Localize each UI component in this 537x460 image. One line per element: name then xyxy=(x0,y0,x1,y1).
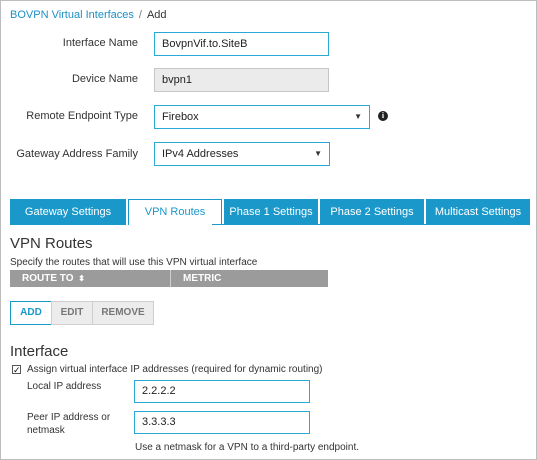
column-route-to[interactable]: ROUTE TO ⬍ xyxy=(10,270,170,287)
routes-table-header: ROUTE TO ⬍ METRIC xyxy=(10,270,328,287)
add-route-button[interactable]: ADD xyxy=(10,301,52,325)
edit-route-button[interactable]: EDIT xyxy=(51,301,93,325)
local-ip-input[interactable]: 2.2.2.2 xyxy=(134,380,310,403)
local-ip-label: Local IP address xyxy=(27,381,102,392)
tab-vpn-routes[interactable]: VPN Routes xyxy=(128,199,222,225)
column-metric[interactable]: METRIC xyxy=(171,270,328,287)
breadcrumb-current: Add xyxy=(146,9,167,21)
tab-underline-right xyxy=(212,224,530,225)
interface-heading: Interface xyxy=(10,343,69,360)
tab-gateway-settings[interactable]: Gateway Settings xyxy=(10,199,126,225)
vpn-routes-heading: VPN Routes xyxy=(10,235,93,252)
device-name-input: bvpn1 xyxy=(154,68,329,92)
gateway-address-family-select[interactable]: IPv4 Addresses ▼ xyxy=(154,142,330,166)
dropdown-arrow-icon: ▼ xyxy=(314,149,322,158)
remove-route-button[interactable]: REMOVE xyxy=(92,301,154,325)
column-route-to-label: ROUTE TO xyxy=(22,273,74,284)
remote-endpoint-type-select[interactable]: Firebox ▼ xyxy=(154,105,370,129)
dropdown-arrow-icon: ▼ xyxy=(354,112,362,121)
breadcrumb-link-bovpn-virtual-interfaces[interactable]: BOVPN Virtual Interfaces xyxy=(10,9,134,21)
tab-phase-2-settings[interactable]: Phase 2 Settings xyxy=(320,199,424,225)
tab-underline-left xyxy=(10,224,118,225)
assign-ip-checkbox[interactable]: ✓ xyxy=(12,365,21,375)
peer-ip-label-line-2: netmask xyxy=(27,425,65,436)
device-name-label: Device Name xyxy=(71,73,138,85)
remote-endpoint-type-label: Remote Endpoint Type xyxy=(26,110,138,122)
assign-ip-checkbox-label: Assign virtual interface IP addresses (r… xyxy=(27,364,323,375)
tab-multicast-settings[interactable]: Multicast Settings xyxy=(426,199,530,225)
breadcrumb-separator: / xyxy=(138,9,142,21)
settings-tabs: Gateway Settings VPN Routes Phase 1 Sett… xyxy=(10,199,530,225)
tab-phase-1-settings[interactable]: Phase 1 Settings xyxy=(224,199,318,225)
remote-endpoint-type-value: Firebox xyxy=(162,111,199,123)
vpn-routes-description: Specify the routes that will use this VP… xyxy=(10,257,258,268)
netmask-hint: Use a netmask for a VPN to a third-party… xyxy=(135,442,359,453)
breadcrumb: BOVPN Virtual Interfaces / Add xyxy=(10,9,167,21)
interface-name-input[interactable]: BovpnVif.to.SiteB xyxy=(154,32,329,56)
sort-icon[interactable]: ⬍ xyxy=(78,274,85,283)
interface-name-label: Interface Name xyxy=(62,37,138,49)
gateway-address-family-value: IPv4 Addresses xyxy=(162,148,239,160)
peer-ip-label-line-1: Peer IP address or xyxy=(27,412,111,423)
gateway-address-family-label: Gateway Address Family xyxy=(16,148,138,160)
peer-ip-label: Peer IP address or netmask xyxy=(27,411,110,437)
info-icon[interactable]: i xyxy=(378,111,388,121)
peer-ip-input[interactable]: 3.3.3.3 xyxy=(134,411,310,434)
